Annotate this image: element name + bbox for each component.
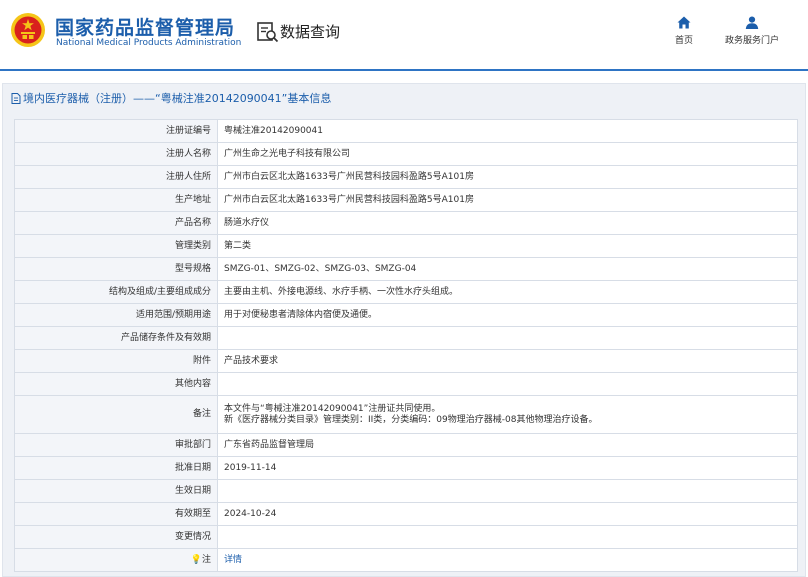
header-divider [0,69,808,71]
table-row: 产品名称 肠道水疗仪 [14,211,798,235]
home-icon [677,16,691,29]
field-value: 第二类 [217,234,798,258]
field-label: 💡注 [14,548,218,572]
field-label: 其他内容 [14,372,218,396]
field-value [217,326,798,350]
nav-home-label: 首页 [674,36,693,46]
field-value [217,525,798,549]
field-label: 批准日期 [14,456,218,480]
table-row: 适用范围/预期用途 用于对便秘患者清除体内宿便及通便。 [14,303,798,327]
field-value: 广州市白云区北太路1633号广州民营科技园科盈路5号A101房 [217,165,798,189]
table-row: 管理类别 第二类 [14,234,798,258]
national-emblem-icon [11,13,45,47]
table-row: 注册人住所 广州市白云区北太路1633号广州民营科技园科盈路5号A101房 [14,165,798,189]
field-value: 广州市白云区北太路1633号广州民营科技园科盈路5号A101房 [217,188,798,212]
lightbulb-icon: 💡 [190,554,202,565]
remark-line: 新《医疗器械分类目录》管理类别：II类，分类编码：09物理治疗器械-08其他物理… [224,414,598,425]
table-row: 注册证编号 粤械注准20142090041 [14,119,798,143]
table-row: 其他内容 [14,372,798,396]
field-value: 广州生命之光电子科技有限公司 [217,142,798,166]
field-label: 生产地址 [14,188,218,212]
field-value [217,372,798,396]
field-label: 注册证编号 [14,119,218,143]
field-label: 有效期至 [14,502,218,526]
table-row: 产品储存条件及有效期 [14,326,798,350]
panel-title-text: 境内医疗器械（注册）——“粤械注准20142090041”基本信息 [23,92,332,105]
field-value: 产品技术要求 [217,349,798,373]
table-row: 附件 产品技术要求 [14,349,798,373]
user-icon [745,16,759,29]
field-label: 附件 [14,349,218,373]
field-label: 注册人名称 [14,142,218,166]
field-label: 产品名称 [14,211,218,235]
field-value: 2024-10-24 [217,502,798,526]
field-value [217,479,798,503]
site-header: 国家药品监督管理局 National Medical Products Admi… [0,0,808,71]
field-value: 粤械注准20142090041 [217,119,798,143]
field-label: 产品储存条件及有效期 [14,326,218,350]
field-label: 结构及组成/主要组成成分 [14,280,218,304]
field-value: 详情 [217,548,798,572]
table-row: 生产地址 广州市白云区北太路1633号广州民营科技园科盈路5号A101房 [14,188,798,212]
field-label: 变更情况 [14,525,218,549]
table-row: 备注 本文件与“粤械注准20142090041”注册证共同使用。 新《医疗器械分… [14,395,798,434]
panel-title: 境内医疗器械（注册）——“粤械注准20142090041”基本信息 [11,90,331,106]
table-row: 变更情况 [14,525,798,549]
field-label: 型号规格 [14,257,218,281]
field-label: 审批部门 [14,433,218,457]
nav-service-portal-label: 政务服务门户 [724,36,779,46]
table-row: 型号规格 SMZG-01、SMZG-02、SMZG-03、SMZG-04 [14,257,798,281]
field-label: 管理类别 [14,234,218,258]
table-row: 生效日期 [14,479,798,503]
field-label: 适用范围/预期用途 [14,303,218,327]
data-query-icon [257,22,279,43]
note-label: 注 [201,554,211,565]
site-name-cn: 国家药品监督管理局 [55,17,236,39]
nav-service-portal[interactable]: 政务服务门户 [722,16,782,46]
field-value: 广东省药品监督管理局 [217,433,798,457]
field-value: 肠道水疗仪 [217,211,798,235]
remark-line: 本文件与“粤械注准20142090041”注册证共同使用。 [224,403,441,414]
table-row: 批准日期 2019-11-14 [14,456,798,480]
field-value: 用于对便秘患者清除体内宿便及通便。 [217,303,798,327]
table-row: 有效期至 2024-10-24 [14,502,798,526]
field-label: 注册人住所 [14,165,218,189]
table-row: 💡注 详情 [14,548,798,572]
document-icon [11,92,21,104]
site-name-en: National Medical Products Administration [56,38,242,48]
table-row: 注册人名称 广州生命之光电子科技有限公司 [14,142,798,166]
field-label: 生效日期 [14,479,218,503]
nav-home[interactable]: 首页 [654,16,714,46]
field-label: 备注 [14,395,218,434]
field-value: 主要由主机、外接电源线、水疗手柄、一次性水疗头组成。 [217,280,798,304]
table-row: 审批部门 广东省药品监督管理局 [14,433,798,457]
field-value: 2019-11-14 [217,456,798,480]
field-value: 本文件与“粤械注准20142090041”注册证共同使用。 新《医疗器械分类目录… [217,395,798,434]
detail-panel: 境内医疗器械（注册）——“粤械注准20142090041”基本信息 注册证编号 … [2,83,806,577]
data-query-label: 数据查询 [280,23,341,41]
details-link[interactable]: 详情 [224,555,242,565]
table-row: 结构及组成/主要组成成分 主要由主机、外接电源线、水疗手柄、一次性水疗头组成。 [14,280,798,304]
field-value: SMZG-01、SMZG-02、SMZG-03、SMZG-04 [217,257,798,281]
detail-table: 注册证编号 粤械注准20142090041 注册人名称 广州生命之光电子科技有限… [14,119,798,572]
